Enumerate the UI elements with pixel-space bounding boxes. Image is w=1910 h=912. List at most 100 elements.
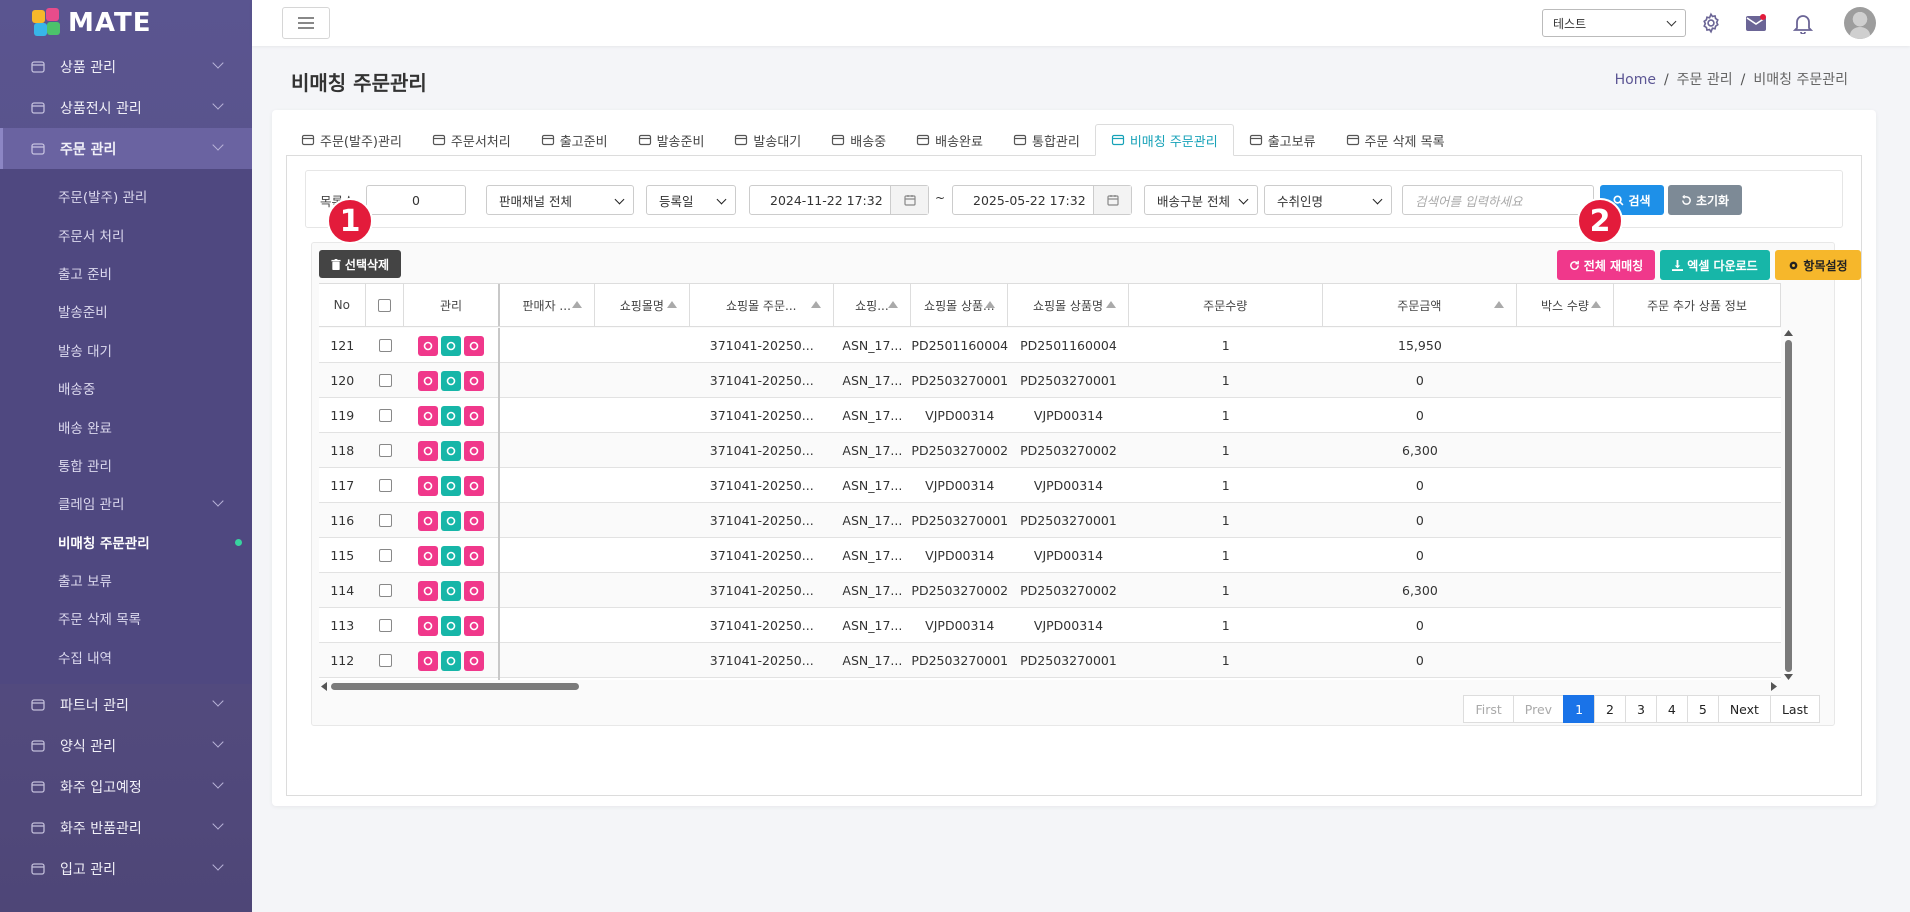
table-row[interactable]: 119 371041-20250... ASN_17... VJPD00314 VJPD… [319, 398, 1781, 433]
pagination-last[interactable]: Last [1769, 695, 1820, 723]
submenu-item-7[interactable]: 통합 관리 [0, 446, 252, 484]
trash-button[interactable] [464, 650, 485, 671]
sidebar-item-bottom-3[interactable]: 화주 반품관리 [0, 807, 252, 848]
row-checkbox[interactable] [378, 584, 392, 597]
history-button[interactable] [441, 335, 462, 356]
sidebar-item-top-2[interactable]: 주문 관리 [0, 128, 252, 169]
trash-button[interactable] [464, 510, 485, 531]
settings-button[interactable] [418, 615, 439, 636]
settings-button[interactable] [418, 405, 439, 426]
tab-0[interactable]: 주문(발주)관리 [286, 124, 417, 156]
pagination-first[interactable]: First [1463, 695, 1514, 723]
settings-button[interactable] [418, 475, 439, 496]
column-header-3[interactable]: 판매자 ... [500, 284, 595, 326]
tab-3[interactable]: 발송준비 [623, 124, 720, 156]
submenu-item-9[interactable]: 비매칭 주문관리 [0, 523, 252, 561]
row-checkbox[interactable] [378, 479, 392, 492]
column-header-12[interactable]: 주문 추가 상품 정보 [1614, 284, 1781, 326]
settings-button[interactable] [418, 335, 439, 356]
date-type-select[interactable]: 등록일 [646, 185, 736, 215]
scroll-left-icon[interactable] [321, 682, 327, 691]
history-button[interactable] [441, 650, 462, 671]
pagination-page[interactable]: 1 [1563, 695, 1596, 723]
sort-up-icon[interactable] [571, 301, 582, 308]
channel-select[interactable]: 판매채널 전체 [486, 185, 634, 215]
pagination-page[interactable]: 5 [1686, 695, 1719, 723]
settings-button[interactable] [418, 545, 439, 566]
settings-button[interactable] [418, 650, 439, 671]
sort-up-icon[interactable] [666, 301, 677, 308]
sidebar-item-top-0[interactable]: 상품 관리 [0, 46, 252, 87]
column-header-0[interactable]: No [319, 284, 366, 326]
scroll-right-icon[interactable] [1771, 682, 1777, 691]
submenu-item-1[interactable]: 주문서 처리 [0, 215, 252, 253]
submenu-item-5[interactable]: 배송중 [0, 369, 252, 407]
sidebar-item-bottom-0[interactable]: 파트너 관리 [0, 684, 252, 725]
pagination-next[interactable]: Next [1717, 695, 1771, 723]
delete-selected-button[interactable]: 선택삭제 [319, 250, 401, 278]
pagination-page[interactable]: 2 [1594, 695, 1626, 723]
vertical-scrollbar[interactable] [1781, 328, 1795, 683]
count-input[interactable]: 0 [366, 185, 466, 215]
submenu-item-0[interactable]: 주문(발주) 관리 [0, 177, 252, 215]
column-header-4[interactable]: 쇼핑몰명 [595, 284, 690, 326]
row-checkbox[interactable] [378, 374, 392, 387]
table-row[interactable]: 112 371041-20250... ASN_17... PD2503270001 P… [319, 643, 1781, 678]
table-row[interactable]: 121 371041-20250... ASN_17... PD2501160004 P… [319, 328, 1781, 363]
trash-button[interactable] [464, 440, 485, 461]
row-checkbox[interactable] [378, 654, 392, 667]
history-button[interactable] [441, 545, 462, 566]
row-checkbox[interactable] [378, 444, 392, 457]
pagination-page[interactable]: 4 [1655, 695, 1688, 723]
history-button[interactable] [441, 440, 462, 461]
history-button[interactable] [441, 615, 462, 636]
avatar[interactable] [1844, 7, 1876, 39]
table-row[interactable]: 113 371041-20250... ASN_17... VJPD00314 VJPD… [319, 608, 1781, 643]
tab-1[interactable]: 주문서처리 [417, 124, 526, 156]
sort-up-icon[interactable] [1105, 301, 1116, 308]
submenu-item-2[interactable]: 출고 준비 [0, 254, 252, 292]
table-row[interactable]: 117 371041-20250... ASN_17... VJPD00314 VJPD… [319, 468, 1781, 503]
column-header-5[interactable]: 쇼핑몰 주문... [690, 284, 834, 326]
pagination-page[interactable]: 3 [1624, 695, 1657, 723]
menu-toggle-button[interactable] [282, 7, 330, 39]
row-checkbox[interactable] [378, 409, 392, 422]
select-all-checkbox[interactable] [378, 298, 392, 312]
column-header-8[interactable]: 쇼핑몰 상품명 [1008, 284, 1129, 326]
sort-up-icon[interactable] [1493, 301, 1504, 308]
history-button[interactable] [441, 370, 462, 391]
column-settings-button[interactable]: 항목설정 [1775, 250, 1861, 280]
column-header-10[interactable]: 주문금액 [1323, 284, 1517, 326]
tab-2[interactable]: 출고준비 [526, 124, 623, 156]
settings-button[interactable] [418, 580, 439, 601]
scroll-up-icon[interactable] [1784, 330, 1793, 336]
sort-up-icon[interactable] [1591, 301, 1602, 308]
tab-8[interactable]: 비매칭 주문관리 [1094, 124, 1234, 156]
mail-icon[interactable] [1744, 11, 1768, 35]
sort-up-icon[interactable] [888, 301, 899, 308]
tenant-select[interactable]: 테스트 [1542, 9, 1686, 37]
column-header-6[interactable]: 쇼핑... [834, 284, 912, 326]
history-button[interactable] [441, 405, 462, 426]
table-row[interactable]: 115 371041-20250... ASN_17... VJPD00314 VJPD… [319, 538, 1781, 573]
settings-button[interactable] [418, 510, 439, 531]
date-from-input[interactable]: 2024-11-22 17:32 [749, 185, 929, 215]
vertical-scroll-thumb[interactable] [1785, 340, 1792, 672]
column-header-11[interactable]: 박스 수량 [1517, 284, 1615, 326]
sidebar-item-bottom-2[interactable]: 화주 입고예정 [0, 766, 252, 807]
trash-button[interactable] [464, 545, 485, 566]
submenu-item-10[interactable]: 출고 보류 [0, 561, 252, 599]
submenu-item-4[interactable]: 발송 대기 [0, 331, 252, 369]
sidebar-item-bottom-1[interactable]: 양식 관리 [0, 725, 252, 766]
breadcrumb-home[interactable]: Home [1615, 72, 1656, 88]
tab-6[interactable]: 배송완료 [901, 124, 998, 156]
table-row[interactable]: 116 371041-20250... ASN_17... PD2503270001 P… [319, 503, 1781, 538]
reset-button[interactable]: 초기화 [1668, 185, 1742, 215]
tab-10[interactable]: 주문 삭제 목록 [1331, 124, 1460, 156]
tab-9[interactable]: 출고보류 [1234, 124, 1331, 156]
scroll-down-icon[interactable] [1784, 674, 1793, 680]
trash-button[interactable] [464, 370, 485, 391]
history-button[interactable] [441, 510, 462, 531]
settings-button[interactable] [418, 370, 439, 391]
rematch-all-button[interactable]: 전체 재매칭 [1557, 250, 1655, 280]
